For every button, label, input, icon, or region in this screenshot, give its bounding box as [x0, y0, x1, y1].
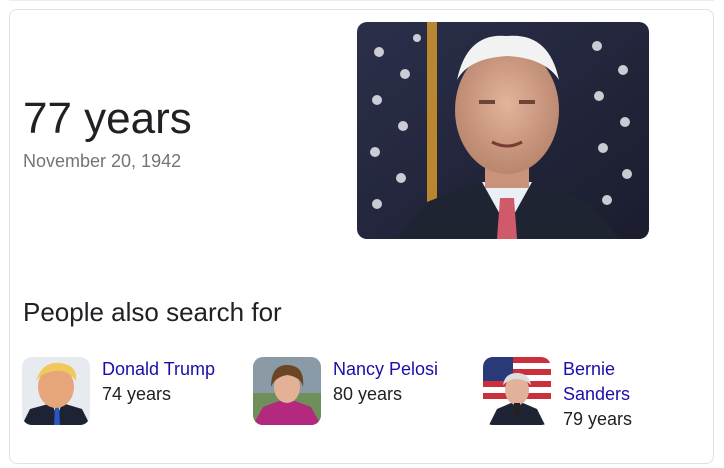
- related-person-donald-trump[interactable]: Donald Trump 74 years: [22, 357, 215, 425]
- person-age: 80 years: [333, 384, 403, 404]
- person-thumbnail[interactable]: [22, 357, 90, 425]
- people-also-search-heading: People also search for: [23, 297, 282, 327]
- person-name-link[interactable]: Bernie Sanders: [563, 357, 643, 407]
- person-age: 79 years: [563, 409, 633, 429]
- top-divider: [9, 0, 714, 1]
- related-person-bernie-sanders[interactable]: Bernie Sanders 79 years: [483, 357, 643, 432]
- person-name-link[interactable]: Donald Trump: [102, 357, 215, 382]
- subject-photo[interactable]: [357, 22, 649, 239]
- subject-photo-image: [357, 22, 649, 239]
- person-name-link[interactable]: Nancy Pelosi: [333, 357, 438, 382]
- pelosi-photo-image: [253, 357, 321, 425]
- person-age: 74 years: [102, 384, 172, 404]
- birth-date: November 20, 1942: [23, 151, 182, 171]
- sanders-photo-image: [483, 357, 551, 425]
- age-value: 77 years: [23, 94, 192, 143]
- trump-photo-image: [22, 357, 90, 425]
- related-person-nancy-pelosi[interactable]: Nancy Pelosi 80 years: [253, 357, 438, 425]
- person-thumbnail[interactable]: [483, 357, 551, 425]
- person-thumbnail[interactable]: [253, 357, 321, 425]
